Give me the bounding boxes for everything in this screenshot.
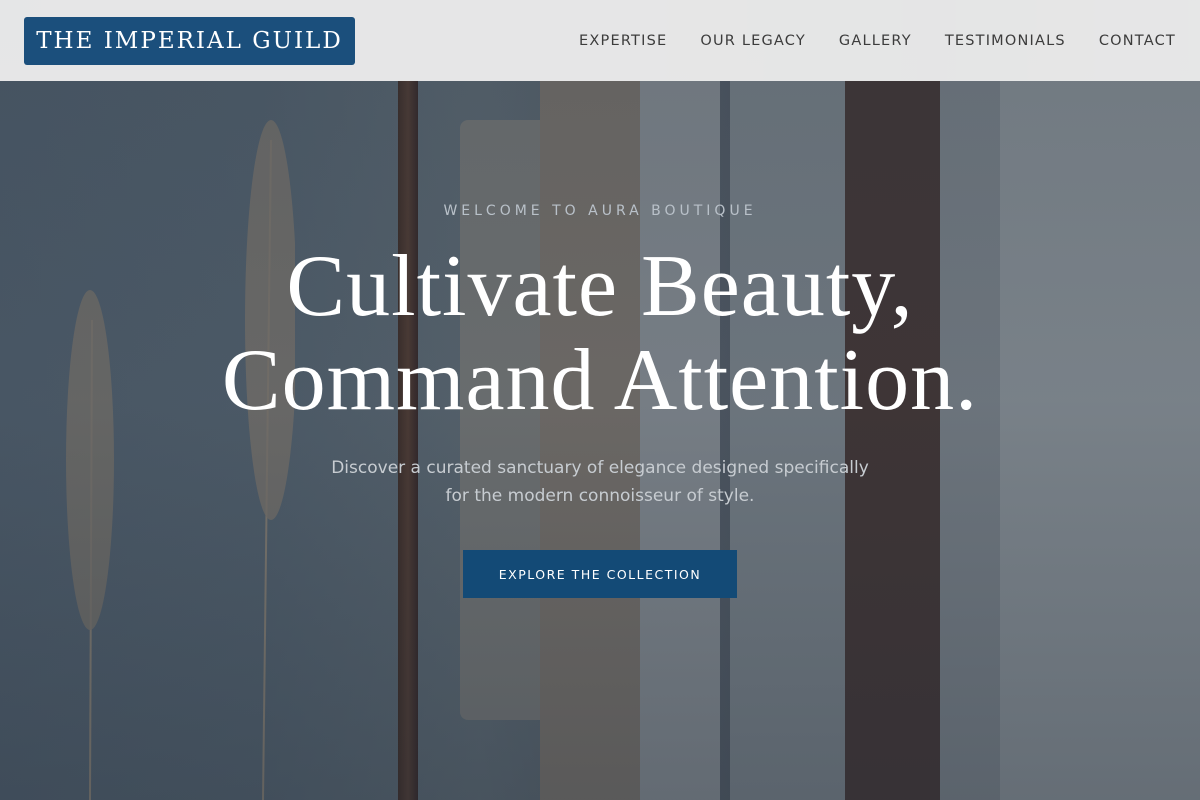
- hero-headline-line-2: Command Attention.: [221, 332, 979, 429]
- hero-headline: Cultivate Beauty, Command Attention.: [0, 240, 1200, 428]
- top-navigation-bar: THE IMPERIAL GUILD EXPERTISE OUR LEGACY …: [0, 0, 1200, 81]
- hero-subtitle: Discover a curated sanctuary of elegance…: [300, 454, 900, 510]
- nav-link-testimonials[interactable]: TESTIMONIALS: [945, 33, 1066, 49]
- nav-link-our-legacy[interactable]: OUR LEGACY: [700, 33, 806, 49]
- hero-subtitle-line-2: for the modern connoisseur of style.: [445, 486, 755, 506]
- nav-link-expertise[interactable]: EXPERTISE: [579, 33, 667, 49]
- main-nav: EXPERTISE OUR LEGACY GALLERY TESTIMONIAL…: [579, 33, 1176, 49]
- brand-name: THE IMPERIAL GUILD: [36, 27, 343, 54]
- hero-eyebrow: WELCOME TO AURA BOUTIQUE: [443, 203, 757, 219]
- nav-link-gallery[interactable]: GALLERY: [839, 33, 912, 49]
- hero-headline-line-1: Cultivate Beauty,: [286, 238, 914, 335]
- hero-subtitle-line-1: Discover a curated sanctuary of elegance…: [331, 458, 869, 478]
- explore-collection-button[interactable]: EXPLORE THE COLLECTION: [463, 550, 737, 598]
- nav-link-contact[interactable]: CONTACT: [1099, 33, 1176, 49]
- brand-logo-button[interactable]: THE IMPERIAL GUILD: [24, 16, 355, 65]
- hero-content: WELCOME TO AURA BOUTIQUE Cultivate Beaut…: [0, 0, 1200, 800]
